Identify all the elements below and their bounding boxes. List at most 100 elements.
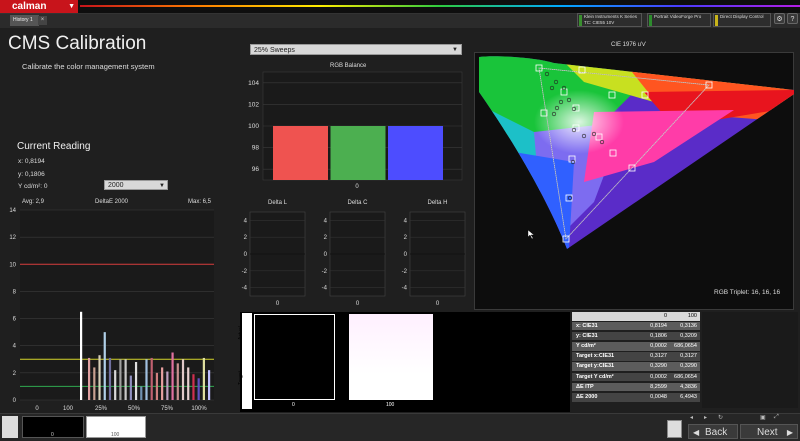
deltae-plot-area [20,210,214,400]
device-status-indicator [579,15,582,26]
deltae-xtick: 100 [63,406,74,412]
device-status-indicator [649,15,652,26]
close-tab-icon[interactable]: × [38,16,47,25]
deltae-xtick: 0 [35,406,39,412]
table-cell-100: 0,3290 [680,363,697,370]
app-menu-button[interactable]: calman ▼ [0,0,78,13]
tab-history[interactable]: History 1 [10,15,39,26]
delta-panel-title: Delta C [347,200,368,206]
deltae-ytick: 14 [9,208,16,214]
deltae-xtick: 100% [191,406,207,412]
table-row: Y cd/m² 0,0002 686,0654 [572,341,700,351]
refresh-icon[interactable]: ↻ [718,414,723,421]
table-cell-100: 686,0654 [674,342,697,349]
deltae-bar [114,370,117,400]
table-row: y: CIE31 0,1806 0,3209 [572,331,700,341]
cie-diagram [479,56,794,249]
delta-panel-title: Delta H [427,200,447,206]
device-display-name: Direct Display Control [720,14,764,19]
mouse-cursor-icon [527,229,535,240]
toolbar-icons: ◂ ▸ ↻ ▣ ⤢ [688,414,798,423]
chevron-down-icon: ▼ [452,47,458,53]
play-icon[interactable]: ▸ [704,414,707,421]
device-meter[interactable]: Klein Instruments K Series TC: CIE55 10V [577,13,642,27]
table-row-label: ΔE ITP [576,383,594,390]
delta-xtick: 0 [276,301,280,307]
deltae-bar [171,352,174,400]
thumbnail-0-label: 0 [51,432,54,438]
deltae-bar [98,355,101,400]
thumbnail-100-label: 100 [111,432,120,438]
deltae-bar [124,359,127,400]
top-bar [0,0,800,14]
swatch-0 [254,314,335,400]
page-title: CMS Calibration [8,33,147,54]
back-button[interactable]: ◀ Back [688,424,738,439]
deltae-bar [88,357,91,400]
deltae-bar [161,367,164,400]
lock-icon[interactable]: ▣ [760,414,766,421]
deltae-ytick: 0 [13,398,17,404]
deltae-bar [150,357,153,400]
delta-xtick: 0 [356,301,360,307]
rgb-bar-b [388,126,443,180]
rgb-ytick: 98 [252,145,260,152]
next-button-label: Next [757,427,778,438]
table-cell-100: 0,3127 [680,353,697,360]
target-luminance-select[interactable]: 2000 ▼ [104,180,168,190]
deltae-xtick: 75% [161,406,174,412]
swatch-100-label: 100 [386,402,395,408]
reading-table: 0 100 x: CIE31 0,8194 0,3136 y: CIE31 0,1806… [572,312,700,408]
rgb-triplet: RGB Triplet: 16, 16, 16 [714,289,781,296]
table-cell-100: 0,3136 [680,322,697,329]
brand-stripe [80,5,800,7]
deltae-bar [197,378,200,400]
table-row-label: y: CIE31 [576,332,598,339]
device-meter-sub: TC: CIE55 10V [584,20,615,25]
delta-panel-title: Delta L [268,200,288,206]
settings-icon[interactable]: ⚙ [774,13,785,24]
table-cell-100: 686,0654 [674,373,697,380]
table-side-panel [702,312,798,408]
help-icon[interactable]: ? [787,13,798,24]
swatch-100 [349,314,433,400]
deltae-ytick: 6 [13,317,17,323]
table-cell-0: 0,1806 [650,332,667,339]
deltae-bar [192,374,195,400]
thumbnail-100[interactable]: 100 [86,416,146,438]
arrow-right-icon: ▶ [786,428,793,437]
delta-xtick: 0 [436,301,440,307]
delta-ytick: 2 [404,235,408,241]
rgb-ytick: 100 [248,123,259,130]
panel-toggle-button[interactable] [2,416,18,438]
delta-lch-charts: Delta L 4 2 0 -2 -4 0 Delta C 4 2 0 -2 -4 0 Delta H 4 2 0… [242,200,466,307]
rgb-balance-chart: 104 102 100 98 96 0 [248,71,463,190]
rgb-balance-title: RGB Balance [330,63,367,69]
expand-icon[interactable]: ⤢ [774,414,779,421]
deltae-bar [176,363,179,400]
next-button[interactable]: Next ▶ [740,424,798,439]
table-row-label: Target x:CIE31 [576,353,615,360]
table-row-label: ΔE 2000 [576,393,598,400]
table-row-label: Y cd/m² [576,342,596,349]
device-source[interactable]: Portrait VideoForge Pro [647,13,711,27]
sweep-select[interactable]: 25% Sweeps ▼ [250,44,462,55]
deltae-ytick: 4 [13,344,17,350]
rgb-bar-g [330,126,386,180]
record-button[interactable] [667,420,682,438]
reading-y: y: 0,1806 [18,171,45,178]
table-cell-0: 0,3290 [650,363,667,370]
target-luminance-value: 2000 [108,182,124,189]
deltae-ytick: 8 [13,289,17,295]
delta-ytick: -4 [242,286,248,292]
current-reading-title: Current Reading [17,141,91,152]
thumbnail-0[interactable]: 0 [22,416,84,438]
table-row-label: Target Y cd/m² [576,373,614,380]
device-display[interactable]: Direct Display Control [713,13,771,27]
table-row: Target x:CIE31 0,3127 0,3127 [572,352,700,361]
deltae-bar [181,359,185,400]
chevron-down-icon: ▼ [159,183,165,189]
zoom-out-icon[interactable]: ◂ [690,414,693,421]
delta-ytick: 2 [324,235,328,241]
chevron-down-icon: ▼ [68,3,75,10]
